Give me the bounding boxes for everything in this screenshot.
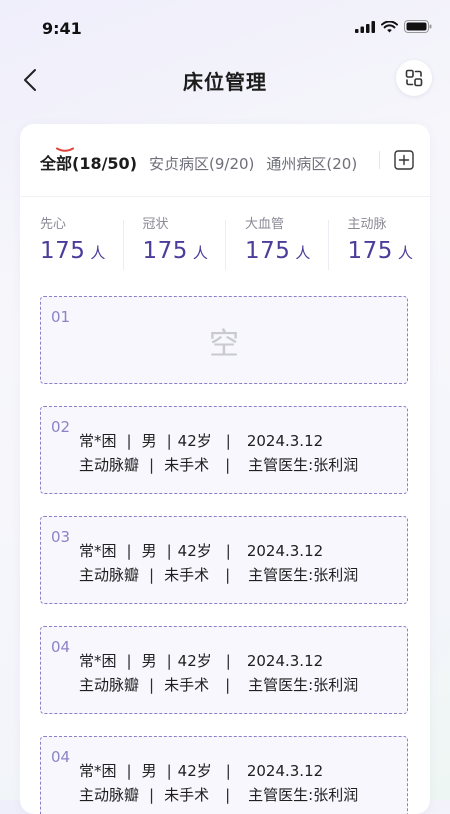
page-title: 床位管理 (183, 70, 267, 94)
bed-list: 01 空 02 常*困 | 男 | 42岁 | 2024.3.12 主动脉瓣 | 未手术 | 主管医… (40, 296, 410, 814)
stat-unit: 人 (397, 244, 413, 262)
surgery-status: 未手术 (164, 676, 210, 694)
patient-info-line: 常*困 | 男 | 42岁 | 2024.3.12 (79, 762, 324, 780)
admission-date: 2024.3.12 (246, 432, 324, 450)
patient-name: 常*困 (79, 432, 117, 450)
diagnosis: 主动脉瓣 (79, 786, 140, 804)
stat-value: 175 (245, 238, 291, 264)
bed-card[interactable]: 04 常*困 | 男 | 42岁 | 2024.3.12 主动脉瓣 | 未手术 | 主管医生:张利润 (40, 626, 408, 714)
surgery-status: 未手术 (164, 786, 210, 804)
bed-card-empty[interactable]: 01 空 (40, 296, 408, 384)
clinical-info-line: 主动脉瓣 | 未手术 | 主管医生:张利润 (79, 676, 359, 694)
tab-scroll-fade (366, 144, 390, 174)
patient-name: 常*困 (79, 542, 117, 560)
bed-number: 04 (51, 748, 71, 766)
patient-info-line: 常*困 | 男 | 42岁 | 2024.3.12 (79, 542, 324, 560)
tab-divider (379, 151, 380, 169)
patient-age: 42岁 (177, 652, 212, 670)
tab-tongzhou-ward[interactable]: 通州病区(20) (266, 153, 357, 174)
nav-bar: 床位管理 (0, 56, 450, 104)
diagnosis: 主动脉瓣 (79, 566, 140, 584)
clinical-info-line: 主动脉瓣 | 未手术 | 主管医生:张利润 (79, 566, 359, 584)
bed-number: 02 (51, 418, 71, 436)
stat-value: 175 (142, 238, 188, 264)
tab-anzhen-ward[interactable]: 安贞病区(9/20) (149, 153, 254, 174)
stat-unit: 人 (192, 244, 208, 262)
stat-label: 大血管 (245, 217, 285, 232)
surgery-status: 未手术 (164, 456, 210, 474)
diagnosis: 主动脉瓣 (79, 456, 140, 474)
tab-all[interactable]: 全部(18/50) (40, 150, 137, 174)
patient-name: 常*困 (79, 762, 117, 780)
patient-info-line: 常*困 | 男 | 42岁 | 2024.3.12 (79, 652, 324, 670)
clinical-info-line: 主动脉瓣 | 未手术 | 主管医生:张利润 (79, 786, 359, 804)
stat-label: 冠状 (142, 217, 169, 232)
patient-gender: 男 (141, 432, 157, 450)
stat-aorta: 主动脉 175 人 (327, 216, 431, 276)
battery-icon (404, 20, 432, 33)
bed-card[interactable]: 04 常*困 | 男 | 42岁 | 2024.3.12 主动脉瓣 | 未手术 | 主管医生:张利润 (40, 736, 408, 814)
cellular-signal-icon (355, 20, 375, 33)
admission-date: 2024.3.12 (246, 542, 324, 560)
stat-label: 主动脉 (347, 217, 387, 232)
patient-gender: 男 (141, 542, 157, 560)
bed-card[interactable]: 03 常*困 | 男 | 42岁 | 2024.3.12 主动脉瓣 | 未手术 | 主管医生:张利润 (40, 516, 408, 604)
attending-doctor: 主管医生:张利润 (248, 786, 359, 804)
status-bar: 9:41 (0, 0, 450, 56)
patient-age: 42岁 (177, 432, 212, 450)
status-icons (355, 20, 432, 33)
bed-empty-label: 空 (209, 327, 239, 362)
scan-button[interactable] (396, 60, 432, 96)
bed-management-card: 全部(18/50) 安贞病区(9/20) 通州病区(20) 先心 175 人 冠状… (20, 124, 430, 814)
stat-unit: 人 (295, 244, 311, 262)
bed-number: 03 (51, 528, 71, 546)
active-tab-indicator (56, 147, 74, 152)
bed-card[interactable]: 02 常*困 | 男 | 42岁 | 2024.3.12 主动脉瓣 | 未手术 | 主管医生:张利润 (40, 406, 408, 494)
stat-unit: 人 (90, 244, 106, 262)
admission-date: 2024.3.12 (246, 762, 324, 780)
attending-doctor: 主管医生:张利润 (248, 456, 359, 474)
stat-great-vessels: 大血管 175 人 (225, 216, 328, 276)
stat-congenital: 先心 175 人 (20, 216, 123, 276)
attending-doctor: 主管医生:张利润 (248, 566, 359, 584)
patient-age: 42岁 (177, 542, 212, 560)
attending-doctor: 主管医生:张利润 (248, 676, 359, 694)
ward-tabs: 全部(18/50) 安贞病区(9/20) 通州病区(20) (20, 124, 430, 197)
bed-number: 04 (51, 638, 71, 656)
plus-square-icon[interactable] (394, 150, 414, 170)
patient-age: 42岁 (177, 762, 212, 780)
category-stats: 先心 175 人 冠状 175 人 大血管 175 人 主动脉 175 人 (20, 216, 430, 276)
status-time: 9:41 (42, 19, 82, 38)
stat-coronary: 冠状 175 人 (122, 216, 226, 276)
clinical-info-line: 主动脉瓣 | 未手术 | 主管医生:张利润 (79, 456, 359, 474)
wifi-icon (381, 20, 398, 32)
patient-name: 常*困 (79, 652, 117, 670)
swap-scan-icon (405, 69, 423, 87)
surgery-status: 未手术 (164, 566, 210, 584)
admission-date: 2024.3.12 (246, 652, 324, 670)
patient-gender: 男 (141, 762, 157, 780)
patient-info-line: 常*困 | 男 | 42岁 | 2024.3.12 (79, 432, 324, 450)
stat-label: 先心 (40, 217, 67, 232)
patient-gender: 男 (141, 652, 157, 670)
stat-value: 175 (347, 238, 393, 264)
stat-value: 175 (40, 238, 86, 264)
diagnosis: 主动脉瓣 (79, 676, 140, 694)
